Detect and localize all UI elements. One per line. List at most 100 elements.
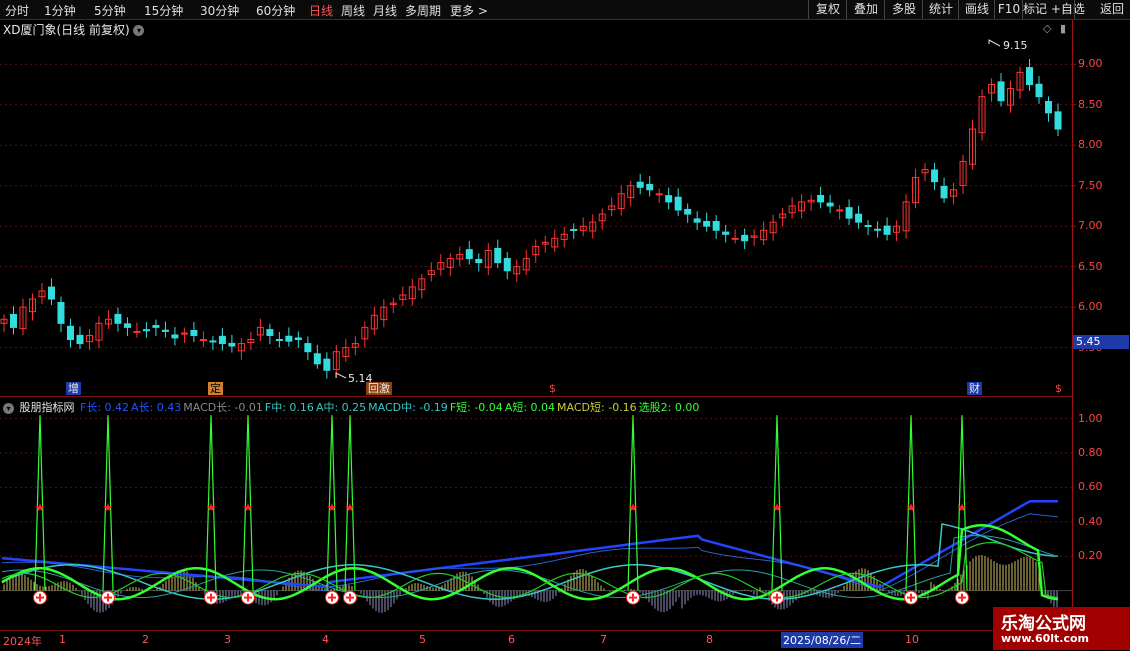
panel-divider — [0, 396, 1072, 397]
candle-body — [570, 228, 578, 231]
indicator-header: ▾ 股朋指标网 F长: 0.42 A长: 0.43 MACD长: -0.01 F中: … — [3, 399, 703, 415]
candle-body — [940, 185, 948, 199]
candle-body — [171, 334, 179, 339]
candle-body — [646, 183, 654, 191]
candle-body — [997, 81, 1005, 102]
month-label: 1 — [59, 633, 66, 646]
candle-body — [465, 249, 473, 260]
candle-body — [142, 329, 150, 332]
indicator-tick-label: 0.60 — [1078, 480, 1103, 494]
candle-body — [1026, 67, 1034, 86]
event-label: 增 — [68, 382, 79, 395]
candle-body — [1045, 101, 1053, 114]
candle-body — [190, 329, 198, 336]
candle-body — [152, 325, 160, 328]
event-label: 定 — [210, 382, 221, 395]
event-label: 财 — [969, 382, 980, 395]
candle-body — [931, 169, 939, 183]
watermark-url: www.60lt.com — [1001, 632, 1090, 645]
month-label: 4 — [322, 633, 329, 646]
candle-body — [722, 231, 730, 235]
indicator-tick-label: 0.20 — [1078, 549, 1103, 563]
selected-date-label: 2025/08/26/二 — [781, 632, 864, 648]
price-axis-line — [1072, 20, 1073, 630]
price-tick-label: 6.50 — [1078, 259, 1103, 273]
indicator-field: MACD短: -0.16 — [557, 401, 637, 414]
signal-star-icon: ★ — [327, 500, 338, 514]
month-label: 2 — [142, 633, 149, 646]
candle-body — [741, 234, 749, 242]
high-price-label: 9.15 — [1003, 39, 1028, 52]
candle-body — [57, 301, 65, 324]
candle-body — [114, 313, 122, 324]
signal-star-icon: ★ — [906, 500, 917, 514]
candle-body — [883, 225, 891, 235]
signal-star-icon: ★ — [103, 500, 114, 514]
indicator-field: 选股2: 0.00 — [638, 401, 700, 414]
candle-body — [47, 286, 55, 300]
candle-body — [294, 337, 302, 341]
chart-canvas[interactable]: ★ ★ ★ ★ ★ ★ ★ ★ ★ ★ — [0, 0, 1130, 650]
indicator-field: A中: 0.25 — [315, 401, 367, 414]
indicator-tick-label: 0.80 — [1078, 446, 1103, 459]
signal-star-icon: ★ — [206, 500, 217, 514]
indicator-field: A长: 0.43 — [131, 401, 182, 414]
month-label: 8 — [706, 633, 713, 646]
candle-body — [475, 258, 483, 264]
event-marker-placement[interactable]: 定 — [208, 382, 223, 395]
candle-body — [494, 247, 502, 264]
line-a-long — [1, 513, 1059, 592]
date-axis: 2024年 1 2 3 4 5 6 7 8 2025/08/26/二 10 — [0, 630, 1130, 651]
low-marker-arrow — [335, 372, 347, 379]
event-marker-increase[interactable]: 增 — [66, 382, 81, 395]
event-label: 回激 — [368, 382, 390, 395]
event-marker-dividend-2[interactable]: $ — [1053, 382, 1064, 395]
candle-body — [731, 237, 739, 240]
candle-body — [1035, 83, 1043, 98]
candle-body — [826, 202, 834, 207]
candle-body — [161, 329, 169, 332]
candle-body — [228, 342, 236, 347]
watermark-title: 乐淘公式网 — [1001, 614, 1086, 634]
candle-body — [674, 196, 682, 211]
indicator-name[interactable]: 股朋指标网 — [20, 401, 75, 414]
indicator-field: MACD长: -0.01 — [183, 401, 263, 414]
candle-body — [199, 339, 207, 342]
candle-body — [864, 224, 872, 227]
signal-star-icon: ★ — [243, 500, 254, 514]
signal-star-icon: ★ — [345, 500, 356, 514]
signal-star-icon: ★ — [628, 500, 639, 514]
watermark-logo: 乐淘公式网 www.60lt.com — [993, 607, 1130, 650]
current-price-badge: 5.45 — [1073, 335, 1129, 349]
high-marker-arrow — [988, 39, 1001, 47]
event-marker-buyback[interactable]: 回激 — [366, 382, 392, 395]
chevron-down-icon[interactable]: ▾ — [3, 402, 14, 414]
price-tick-label: 7.00 — [1078, 219, 1103, 233]
month-label: 3 — [224, 633, 231, 646]
month-label: 5 — [419, 633, 426, 646]
month-label: 10 — [905, 633, 919, 646]
month-label: 6 — [508, 633, 515, 646]
price-tick-label: 7.50 — [1078, 178, 1103, 192]
candle-body — [855, 213, 863, 223]
indicator-field: F短: -0.04 — [449, 401, 503, 414]
signal-star-icon: ★ — [35, 500, 46, 514]
indicator-tick-label: 0.40 — [1078, 514, 1103, 528]
candle-body — [1054, 111, 1062, 130]
signal-star-icon: ★ — [957, 500, 968, 514]
event-marker-finance[interactable]: 财 — [967, 382, 982, 395]
event-marker-dividend[interactable]: $ — [547, 382, 558, 395]
candle-body — [817, 194, 825, 203]
indicator-tick-label: 1.00 — [1078, 411, 1103, 425]
candle-body — [304, 343, 312, 353]
candle-body — [218, 335, 226, 345]
event-label: $ — [549, 382, 556, 395]
indicator-field: A短: 0.04 — [504, 401, 556, 414]
candle-body — [636, 181, 644, 188]
candle-body — [323, 358, 331, 371]
event-label: $ — [1055, 382, 1062, 395]
month-label: 7 — [600, 633, 607, 646]
candle-body — [836, 209, 844, 212]
candle-body — [275, 338, 283, 341]
candle-body — [874, 228, 882, 231]
